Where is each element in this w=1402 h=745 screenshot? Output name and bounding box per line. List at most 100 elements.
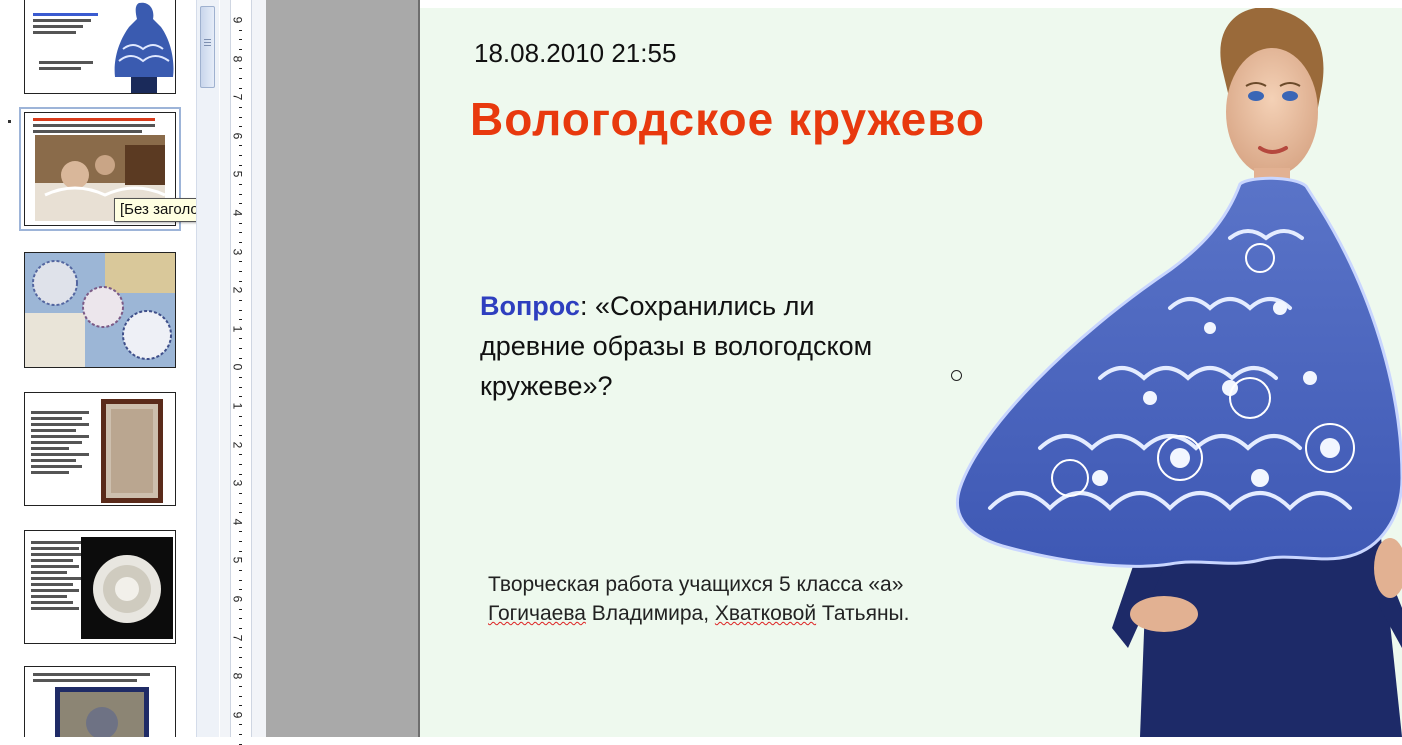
ruler-tick [239, 48, 242, 50]
ruler-tick [239, 570, 242, 572]
slide-thumbnails-panel: [Без заголовка] [0, 0, 196, 737]
ruler-tick [239, 232, 242, 234]
ruler-tick [239, 666, 242, 668]
ruler-number: 8 [230, 55, 245, 62]
ruler-tick [239, 338, 242, 340]
ruler-tick [239, 164, 242, 166]
slide-canvas[interactable]: 18.08.2010 21:55 Вологодское кружево Воп… [420, 8, 1402, 737]
ruler-tick [239, 116, 242, 118]
ruler-tick [239, 39, 242, 41]
ruler-number: 3 [230, 248, 245, 255]
thumbnail-image [25, 253, 175, 367]
ruler-tick [239, 695, 242, 697]
ruler-tick [239, 357, 242, 359]
ruler-tick [239, 386, 242, 388]
ruler-tick [239, 589, 242, 591]
ruler-tick [239, 377, 242, 379]
thumbnail-text-lines [33, 13, 105, 37]
ruler-number: 5 [230, 171, 245, 178]
ruler-tick [239, 184, 242, 186]
ruler-tick [239, 319, 242, 321]
slide-title[interactable]: Вологодское кружево [470, 92, 985, 146]
ruler-tick [239, 579, 242, 581]
ruler-tick [239, 656, 242, 658]
thumbnail-text-lines [39, 61, 99, 73]
slide-date[interactable]: 18.08.2010 21:55 [474, 38, 676, 69]
ruler-tick [239, 531, 242, 533]
thumbnails-scrollbar[interactable] [196, 0, 219, 737]
credit-middle: Владимира, [585, 602, 715, 625]
ruler-number: 2 [230, 441, 245, 448]
slide-question[interactable]: Вопрос: «Сохранились ли древние образы в… [480, 286, 900, 406]
ruler-tick [239, 541, 242, 543]
ruler-tick [239, 155, 242, 157]
ruler-tick [239, 627, 242, 629]
ruler-number: 7 [230, 93, 245, 101]
slide-thumbnail-5[interactable] [24, 530, 176, 644]
ruler-tick [239, 463, 242, 465]
ruler-tick [239, 106, 242, 108]
ruler-tick [239, 145, 242, 147]
ruler-tick [239, 502, 242, 504]
ruler-tick [239, 705, 242, 707]
ruler-number: 6 [230, 132, 245, 140]
ruler-tick [239, 618, 242, 620]
ruler-tick [239, 261, 242, 263]
slide-tooltip: [Без заголовка] [114, 198, 196, 222]
ruler-number: 0 [230, 364, 245, 371]
ruler-number: 3 [230, 479, 245, 487]
ruler-number: 6 [230, 595, 245, 603]
ruler-tick [239, 550, 242, 552]
ruler-tick [239, 454, 242, 456]
editor-canvas-margin [266, 0, 420, 737]
ruler-tick [239, 685, 242, 687]
slide-thumbnail-3[interactable] [24, 252, 176, 368]
slide-marker [8, 120, 11, 123]
ruler-tick [239, 724, 242, 726]
ruler-number: 4 [230, 518, 245, 526]
thumbnail-image [81, 537, 173, 639]
credit-word-1: Гогичаева [488, 602, 586, 625]
slide-thumbnail-4[interactable] [24, 392, 176, 506]
credit-line-2: Гогичаева Владимира, Хватковой Татьяны. [488, 599, 1008, 628]
credit-line-1: Творческая работа учащихся 5 класса «а» [488, 573, 904, 596]
ruler-tick [239, 425, 242, 427]
lace-shawl-model-image[interactable] [950, 8, 1402, 737]
ruler-tick [239, 512, 242, 514]
slide-credit[interactable]: Творческая работа учащихся 5 класса «а» … [488, 570, 1008, 628]
ruler-tick [239, 396, 242, 398]
ruler-number: 7 [230, 634, 245, 641]
credit-word-2: Хватковой [714, 602, 817, 625]
ruler-tick [239, 647, 242, 649]
scrollbar-thumb[interactable] [200, 6, 215, 88]
thumbnail-image [101, 399, 163, 503]
ruler-tick [239, 492, 242, 494]
ruler-tick [239, 608, 242, 610]
ruler-tick [239, 126, 242, 128]
ruler-tick [239, 203, 242, 205]
ruler-number: 2 [230, 286, 245, 294]
slide-thumbnail-1[interactable] [24, 0, 176, 94]
ruler-tick [239, 241, 242, 243]
slide-thumbnail-6[interactable] [24, 666, 176, 737]
ruler-tick [239, 309, 242, 311]
ruler-tick [239, 280, 242, 282]
question-label: Вопрос [480, 291, 580, 321]
ruler-tick [239, 68, 242, 70]
ruler-tick [239, 434, 242, 436]
thumbnail-image [114, 2, 174, 93]
ruler-tick [239, 473, 242, 475]
ruler-number: 9 [230, 711, 245, 719]
ruler-number: 1 [230, 325, 245, 333]
ruler-tick [239, 299, 242, 301]
ruler-number: 1 [230, 402, 245, 410]
ruler-tick [239, 77, 242, 79]
ruler-tick [239, 87, 242, 89]
credit-end: Татьяны. [816, 602, 910, 625]
ruler-number: 5 [230, 557, 245, 564]
thumbnail-text-lines [31, 411, 95, 477]
ruler-tick [239, 270, 242, 272]
thumbnail-text-lines [33, 118, 169, 136]
ruler-tick [239, 222, 242, 224]
ruler-number: 8 [230, 672, 245, 680]
